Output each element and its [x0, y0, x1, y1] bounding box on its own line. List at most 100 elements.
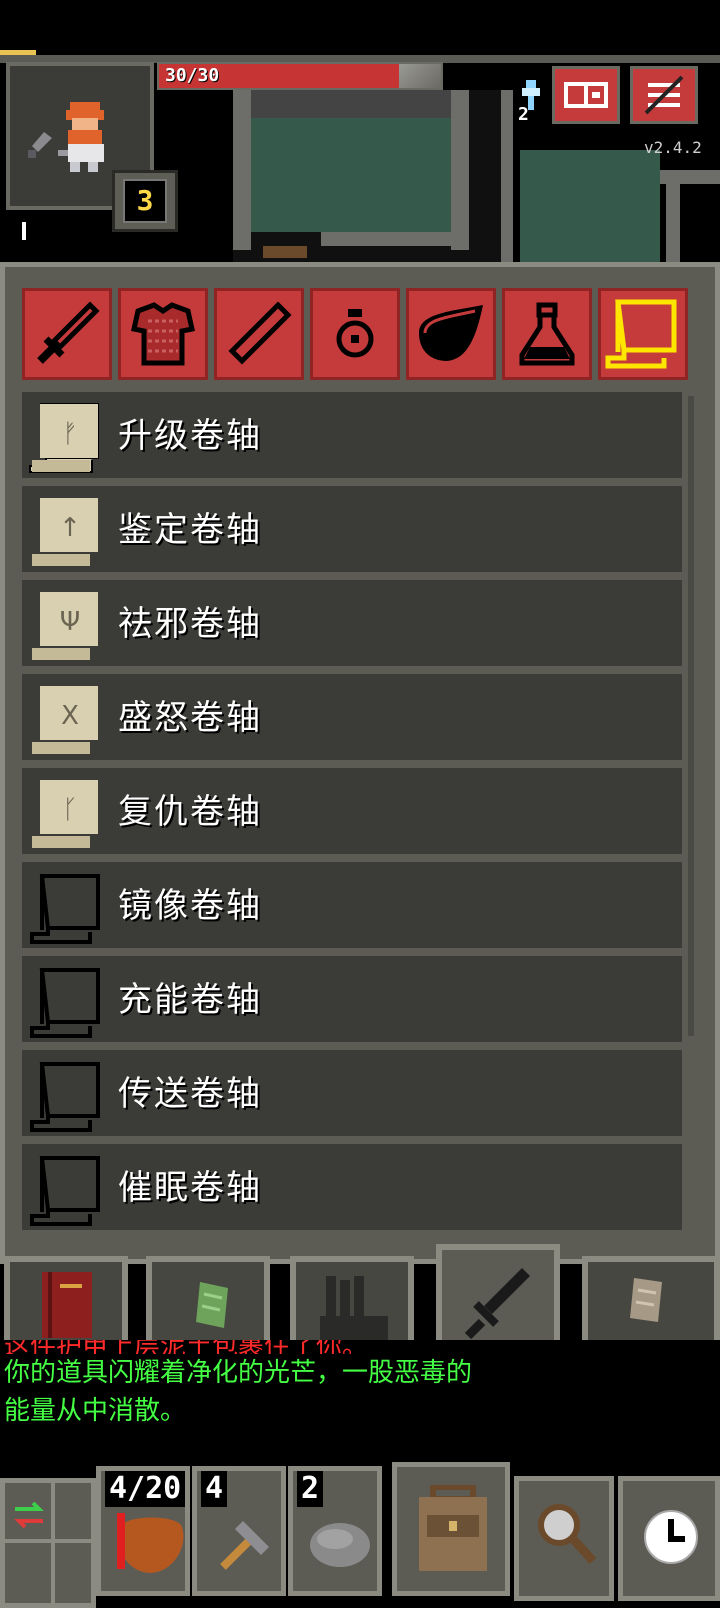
- list-item[interactable]: 充能卷轴: [22, 956, 682, 1050]
- list-item[interactable]: X 盛怒卷轴: [22, 674, 682, 768]
- list-item[interactable]: 催眠卷轴: [22, 1144, 682, 1238]
- list-scrollbar[interactable]: [688, 396, 694, 1036]
- status-hud: 3 30/30 2 v2.4.2: [0, 0, 720, 270]
- slot-divider: [51, 1483, 55, 1603]
- tab-weapon[interactable]: [22, 288, 112, 380]
- scroll-icon: [605, 299, 677, 369]
- unknown-scroll-icon: [30, 1156, 100, 1226]
- item-label: 祛邪卷轴: [118, 604, 262, 644]
- quickslot-swap[interactable]: [0, 1478, 101, 1608]
- item-label: 复仇卷轴: [118, 792, 262, 832]
- list-item[interactable]: ↑ 鉴定卷轴: [22, 486, 682, 580]
- item-label: 升级卷轴: [118, 416, 262, 456]
- backpack-button[interactable]: [392, 1462, 510, 1596]
- sword-icon: [464, 1268, 530, 1340]
- weapon-icon: [28, 132, 52, 158]
- backpack-icon: [419, 1485, 487, 1571]
- tab-wand[interactable]: [214, 288, 304, 380]
- wait-button[interactable]: [618, 1476, 720, 1601]
- scroll-holder-icon: [630, 1278, 662, 1322]
- scroll-icon: ↑: [32, 498, 98, 566]
- list-item[interactable]: ᚴ 复仇卷轴: [22, 768, 682, 862]
- key-count: 2: [518, 104, 529, 125]
- category-tabs: [22, 288, 694, 384]
- dungeon-floor: [520, 150, 660, 262]
- tab-artifact[interactable]: [406, 288, 496, 380]
- health-text: 30/30: [165, 65, 220, 86]
- quickslot-1[interactable]: 4/20: [96, 1466, 190, 1596]
- tab-ring[interactable]: [310, 288, 400, 380]
- dungeon-floor: [251, 118, 451, 232]
- potion-icon: [519, 302, 575, 366]
- log-line: 你的道具闪耀着净化的光芒，一股恶毒的: [4, 1358, 473, 1388]
- pickaxe-icon: [220, 1521, 269, 1570]
- dungeon-wall: [251, 90, 451, 118]
- log-line: 这件护甲上层泥土包裹住了你。: [4, 1340, 716, 1354]
- holster-icon: [320, 1276, 388, 1342]
- buff-indicator: [22, 222, 26, 240]
- door: [263, 246, 307, 258]
- item-label: 传送卷轴: [118, 1074, 262, 1114]
- log-line: 能量从中消散。: [4, 1396, 187, 1426]
- dungeon-wall: [660, 170, 720, 184]
- message-log: 这件护甲上层泥土包裹住了你。 你的道具闪耀着净化的光芒，一股恶毒的 能量从中消散…: [0, 1340, 720, 1436]
- dungeon-wall: [451, 90, 469, 250]
- hero-icon: [58, 102, 104, 172]
- item-label: 鉴定卷轴: [118, 510, 262, 550]
- swap-icon: [14, 1501, 44, 1529]
- list-item[interactable]: Ψ 祛邪卷轴: [22, 580, 682, 674]
- scroll-icon: ᚠ: [29, 403, 99, 473]
- book-icon: [42, 1272, 92, 1338]
- item-label: 盛怒卷轴: [118, 698, 262, 738]
- wand-icon: [228, 301, 292, 365]
- item-label: 催眠卷轴: [118, 1168, 262, 1208]
- search-icon: [538, 1504, 597, 1565]
- toolbar: 4/20 4 2: [0, 1440, 720, 1608]
- svg-text:↑: ↑: [59, 513, 81, 543]
- quickslot-2[interactable]: 4: [192, 1466, 286, 1596]
- scroll-icon: X: [32, 686, 98, 754]
- scroll-icon: Ψ: [32, 592, 98, 660]
- item-label: 镜像卷轴: [118, 886, 262, 926]
- quickslot-3[interactable]: 2: [288, 1466, 382, 1596]
- health-bar-cap: [399, 64, 441, 88]
- svg-text:X: X: [61, 701, 79, 731]
- clock-icon: [644, 1510, 698, 1564]
- search-button[interactable]: [514, 1476, 614, 1601]
- level-indicator: 3: [112, 170, 178, 232]
- unknown-scroll-icon: [30, 874, 100, 944]
- menu-button[interactable]: [630, 66, 698, 124]
- health-bar: 30/30: [157, 62, 443, 90]
- waterskin-icon: [117, 1513, 184, 1573]
- horn-icon: [419, 305, 483, 361]
- ring-icon: [336, 309, 374, 358]
- scroll-icon: ᚴ: [32, 780, 98, 848]
- item-label: 充能卷轴: [118, 980, 262, 1020]
- svg-text:ᚠ: ᚠ: [62, 419, 78, 449]
- unknown-scroll-icon: [30, 968, 100, 1038]
- list-item[interactable]: 传送卷轴: [22, 1050, 682, 1144]
- slot-divider: [5, 1539, 101, 1543]
- svg-text:ᚴ: ᚴ: [62, 795, 78, 825]
- seed-pouch-icon: [196, 1282, 228, 1328]
- level-value: 3: [123, 179, 167, 223]
- unknown-scroll-icon: [30, 1062, 100, 1132]
- tab-armor[interactable]: [118, 288, 208, 380]
- dungeon-wall: [666, 184, 680, 264]
- tab-scroll[interactable]: [598, 288, 688, 380]
- item-list: ᚠ 升级卷轴 ↑ 鉴定卷轴 Ψ 祛邪卷轴 X 盛怒卷轴 ᚴ 复仇卷轴 镜像卷轴 …: [22, 392, 698, 1244]
- dungeon-view[interactable]: [233, 90, 513, 270]
- journal-icon: [564, 82, 608, 108]
- chainmail-icon: [131, 302, 195, 366]
- journal-button[interactable]: [552, 66, 620, 124]
- version-label: v2.4.2: [644, 138, 702, 157]
- menu-icon: [644, 75, 684, 115]
- svg-text:Ψ: Ψ: [60, 607, 80, 637]
- quickslot-count: 4/20: [105, 1471, 186, 1507]
- stone-icon: [310, 1523, 370, 1567]
- list-item[interactable]: ᚠ 升级卷轴: [22, 392, 682, 486]
- list-item[interactable]: 镜像卷轴: [22, 862, 682, 956]
- quickslot-count: 2: [297, 1471, 324, 1507]
- tab-potion[interactable]: [502, 288, 592, 380]
- dungeon-wall: [321, 232, 469, 246]
